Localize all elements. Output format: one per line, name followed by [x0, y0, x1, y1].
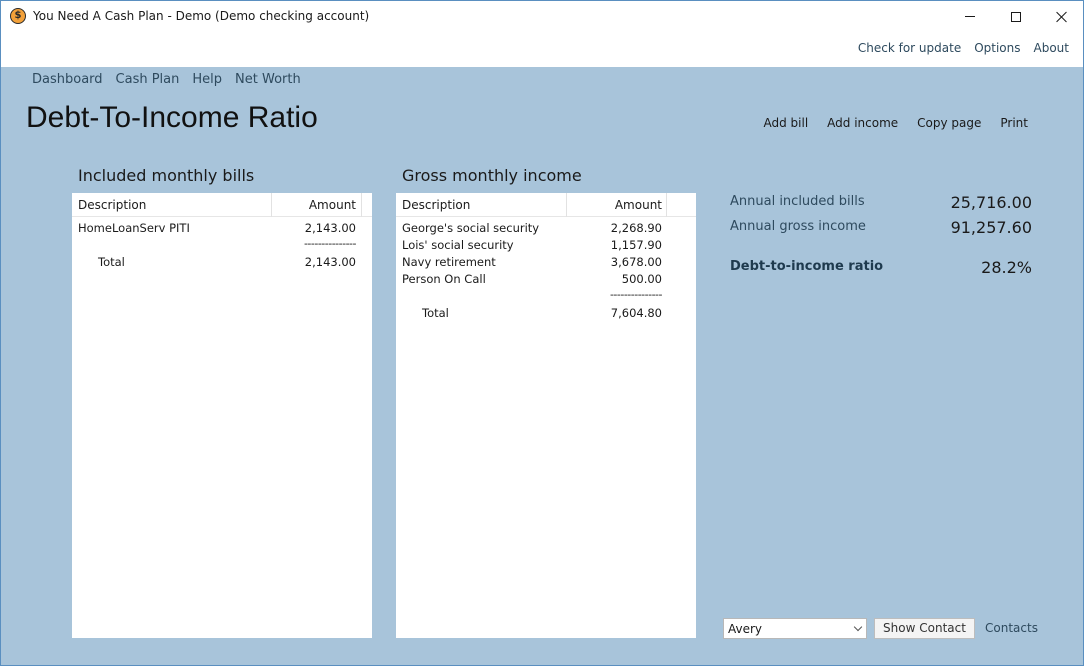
column-divider [566, 193, 567, 217]
annual-bills-value: 25,716.00 [950, 193, 1032, 212]
income-description: Navy retirement [402, 255, 496, 269]
close-icon [1056, 11, 1068, 23]
add-bill-link[interactable]: Add bill [763, 116, 808, 130]
income-total-label: Total [422, 306, 449, 320]
contact-select-value: Avery [728, 622, 763, 636]
annual-income-label: Annual gross income [730, 219, 866, 234]
income-amount-header[interactable]: Amount [615, 198, 662, 212]
income-description: Lois' social security [402, 238, 514, 252]
ratio-row: Debt-to-income ratio 28.2% [730, 258, 1032, 283]
annual-income-value: 91,257.60 [950, 218, 1032, 237]
contact-select[interactable]: Avery [723, 618, 867, 639]
total-separator: --------------- [303, 237, 357, 250]
total-row: Total 2,143.00 [72, 253, 372, 270]
bills-amount-header[interactable]: Amount [309, 198, 356, 212]
bill-amount: 2,143.00 [304, 221, 356, 235]
dollar-coin-icon: $ [10, 8, 26, 24]
bill-description: HomeLoanServ PITI [78, 221, 190, 235]
top-link-bar: Check for update Options About [1, 32, 1083, 67]
maximize-button[interactable] [993, 1, 1039, 32]
minimize-button[interactable] [947, 1, 993, 32]
income-section-title: Gross monthly income [402, 166, 582, 185]
bills-section-title: Included monthly bills [78, 166, 255, 185]
table-row[interactable]: HomeLoanServ PITI 2,143.00 [72, 219, 372, 236]
nav-net-worth[interactable]: Net Worth [235, 72, 301, 87]
maximize-icon [1011, 11, 1021, 22]
nav-cash-plan[interactable]: Cash Plan [116, 72, 180, 87]
total-row: Total 7,604.80 [396, 304, 696, 321]
income-description: Person On Call [402, 272, 486, 286]
bills-table-header: Description Amount [72, 193, 372, 217]
income-amount: 500.00 [621, 272, 662, 286]
nav-help[interactable]: Help [192, 72, 222, 87]
chevron-down-icon [853, 622, 863, 632]
income-description: George's social security [402, 221, 540, 235]
bills-total-value: 2,143.00 [304, 255, 356, 269]
separator-row: --------------- [72, 236, 372, 253]
minimize-icon [965, 16, 975, 17]
income-amount: 1,157.90 [610, 238, 662, 252]
income-total-value: 7,604.80 [610, 306, 662, 320]
window-title: You Need A Cash Plan - Demo (Demo checki… [33, 9, 370, 23]
app-window: $ You Need A Cash Plan - Demo (Demo chec… [0, 0, 1084, 666]
column-divider [361, 193, 362, 217]
page-title: Debt-To-Income Ratio [26, 101, 318, 134]
print-link[interactable]: Print [1000, 116, 1028, 130]
summary-panel: Annual included bills 25,716.00 Annual g… [730, 193, 1032, 283]
page-actions: Add bill Add income Copy page Print [763, 116, 1028, 130]
income-table-header: Description Amount [396, 193, 696, 217]
nav-dashboard[interactable]: Dashboard [32, 72, 103, 87]
table-row[interactable]: Person On Call 500.00 [396, 270, 696, 287]
options-link[interactable]: Options [974, 41, 1020, 55]
annual-bills-row: Annual included bills 25,716.00 [730, 193, 1032, 218]
ratio-label: Debt-to-income ratio [730, 259, 884, 274]
annual-income-row: Annual gross income 91,257.60 [730, 218, 1032, 243]
close-button[interactable] [1039, 1, 1084, 32]
show-contact-button[interactable]: Show Contact [874, 618, 975, 639]
separator-row: --------------- [396, 287, 696, 304]
bills-table: Description Amount HomeLoanServ PITI 2,1… [72, 193, 372, 638]
column-divider [271, 193, 272, 217]
add-income-link[interactable]: Add income [827, 116, 898, 130]
bills-total-label: Total [98, 255, 125, 269]
annual-bills-label: Annual included bills [730, 194, 865, 209]
income-amount: 2,268.90 [610, 221, 662, 235]
income-amount: 3,678.00 [610, 255, 662, 269]
about-link[interactable]: About [1034, 41, 1069, 55]
ratio-value: 28.2% [981, 258, 1032, 277]
table-row[interactable]: Lois' social security 1,157.90 [396, 236, 696, 253]
income-table: Description Amount George's social secur… [396, 193, 696, 638]
bills-description-header[interactable]: Description [78, 198, 146, 212]
title-bar: $ You Need A Cash Plan - Demo (Demo chec… [1, 1, 1083, 32]
contacts-link[interactable]: Contacts [985, 621, 1038, 635]
copy-page-link[interactable]: Copy page [917, 116, 981, 130]
main-nav: Dashboard Cash Plan Help Net Worth [32, 72, 301, 87]
table-row[interactable]: Navy retirement 3,678.00 [396, 253, 696, 270]
table-row[interactable]: George's social security 2,268.90 [396, 219, 696, 236]
column-divider [666, 193, 667, 217]
check-for-update-link[interactable]: Check for update [858, 41, 961, 55]
income-description-header[interactable]: Description [402, 198, 470, 212]
total-separator: --------------- [609, 288, 663, 301]
